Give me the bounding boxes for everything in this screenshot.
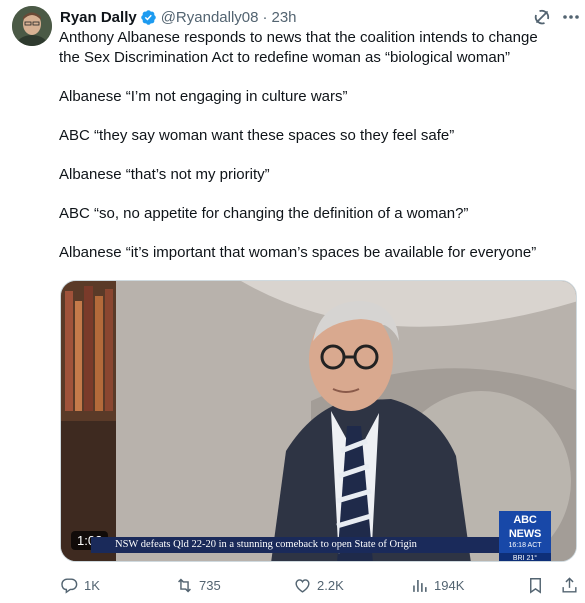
more-icon[interactable] <box>560 6 582 28</box>
reply-icon <box>61 577 78 594</box>
view-count: 194K <box>434 577 465 593</box>
tweet-line: Albanese “it’s important that woman’s sp… <box>59 244 537 261</box>
views-icon <box>413 579 427 592</box>
display-name[interactable]: Ryan Dally <box>60 9 137 26</box>
tweet-line: the Sex Discrimination Act to redefine w… <box>59 49 511 66</box>
tweet-line: Albanese “I’m not engaging in culture wa… <box>59 88 348 105</box>
repost-count: 735 <box>199 577 221 593</box>
like-count: 2.2K <box>317 577 344 593</box>
tweet-line: ABC “so, no appetite for changing the de… <box>59 205 469 222</box>
video-player[interactable]: 1:02 NSW defeats Qld 22-20 in a stunning… <box>60 280 577 562</box>
repost-icon <box>178 578 191 592</box>
bookmark-icon <box>530 577 541 594</box>
tweet[interactable]: Ryan Dally @Ryandally08 · 23h Anthony Al… <box>0 0 585 603</box>
repost-button[interactable]: 735 <box>175 574 221 596</box>
news-weather: BRI 21° <box>499 553 551 561</box>
views-button[interactable]: 194K <box>410 574 464 596</box>
share-icon <box>562 576 577 593</box>
separator: · <box>262 8 268 26</box>
abc-news-badge: ABC NEWS 16:18 ACT BRI 21° <box>499 511 551 561</box>
reply-button[interactable]: 1K <box>60 574 100 596</box>
tweet-line: Albanese “that’s not my priority” <box>59 166 270 183</box>
share-button[interactable] <box>560 574 579 596</box>
abc-news-logo: ABC NEWS <box>508 514 542 540</box>
tweet-actions: 1K 735 2.2K 194K <box>60 574 580 596</box>
timestamp[interactable]: 23h <box>271 9 296 26</box>
bookmark-button[interactable] <box>526 574 545 596</box>
grok-icon[interactable] <box>531 6 553 28</box>
tweet-header: Ryan Dally @Ryandally08 · 23h <box>60 6 297 28</box>
avatar[interactable] <box>12 6 52 46</box>
handle[interactable]: @Ryandally08 <box>161 9 259 26</box>
tweet-text: Anthony Albanese responds to news that t… <box>59 28 579 263</box>
news-clock: 16:18 ACT <box>508 542 542 549</box>
like-icon <box>295 578 310 593</box>
verified-badge-icon[interactable] <box>140 9 157 26</box>
tweet-line: Anthony Albanese responds to news that t… <box>59 29 538 46</box>
tweet-line: ABC “they say woman want these spaces so… <box>59 127 455 144</box>
reply-count: 1K <box>84 577 100 593</box>
like-button[interactable]: 2.2K <box>293 574 344 596</box>
news-ticker: NSW defeats Qld 22-20 in a stunning come… <box>91 537 501 553</box>
